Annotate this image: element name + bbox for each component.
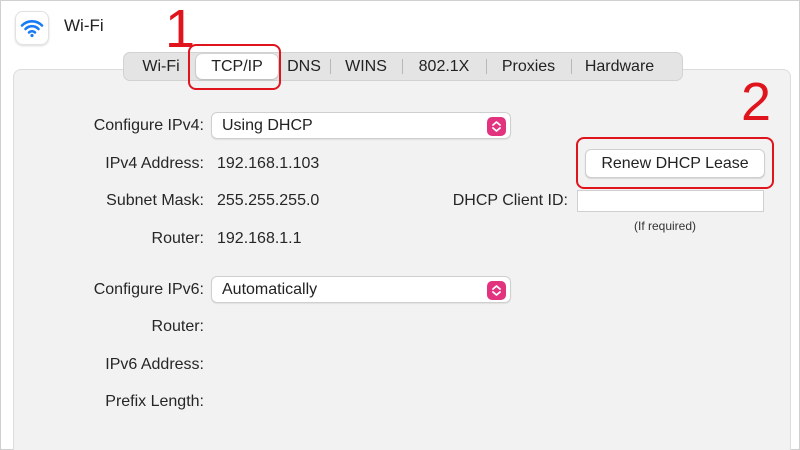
select-stepper-icon: [487, 117, 506, 136]
configure-ipv4-select[interactable]: Using DHCP: [211, 112, 511, 139]
configure-ipv4-value: Using DHCP: [222, 116, 313, 134]
tab-8021x[interactable]: 802.1X: [402, 54, 486, 79]
tab-wins[interactable]: WINS: [330, 54, 402, 79]
configure-ipv6-select[interactable]: Automatically: [211, 276, 511, 303]
configure-ipv6-value: Automatically: [222, 280, 318, 298]
ipv4-router-label: Router:: [151, 230, 204, 247]
tab-dns[interactable]: DNS: [278, 54, 330, 79]
subnet-mask-value: 255.255.255.0: [217, 192, 320, 209]
annotation-number-2: 2: [741, 72, 772, 132]
configure-ipv4-label: Configure IPv4:: [93, 117, 204, 134]
ipv4-router-value: 192.168.1.1: [217, 230, 302, 247]
tab-hardware[interactable]: Hardware: [571, 54, 668, 79]
dhcp-client-id-field[interactable]: [577, 190, 764, 212]
ipv6-address-label: IPv6 Address:: [105, 356, 204, 373]
prefix-length-label: Prefix Length:: [105, 393, 204, 410]
tab-proxies[interactable]: Proxies: [486, 54, 571, 79]
dhcp-client-id-hint: (If required): [634, 219, 697, 233]
ipv6-router-label: Router:: [151, 318, 204, 335]
dhcp-client-id-label: DHCP Client ID:: [452, 192, 568, 209]
subnet-mask-label: Subnet Mask:: [106, 192, 204, 209]
select-stepper-icon: [487, 281, 506, 300]
ipv4-address-value: 192.168.1.103: [217, 155, 320, 172]
window-title: Wi-Fi: [64, 16, 104, 35]
annotation-highlight-tcpip: [188, 44, 281, 90]
renew-dhcp-lease-button[interactable]: Renew DHCP Lease: [585, 149, 765, 178]
configure-ipv6-label: Configure IPv6:: [93, 281, 204, 298]
ipv4-address-label: IPv4 Address:: [105, 155, 204, 172]
wifi-icon: [15, 11, 49, 45]
